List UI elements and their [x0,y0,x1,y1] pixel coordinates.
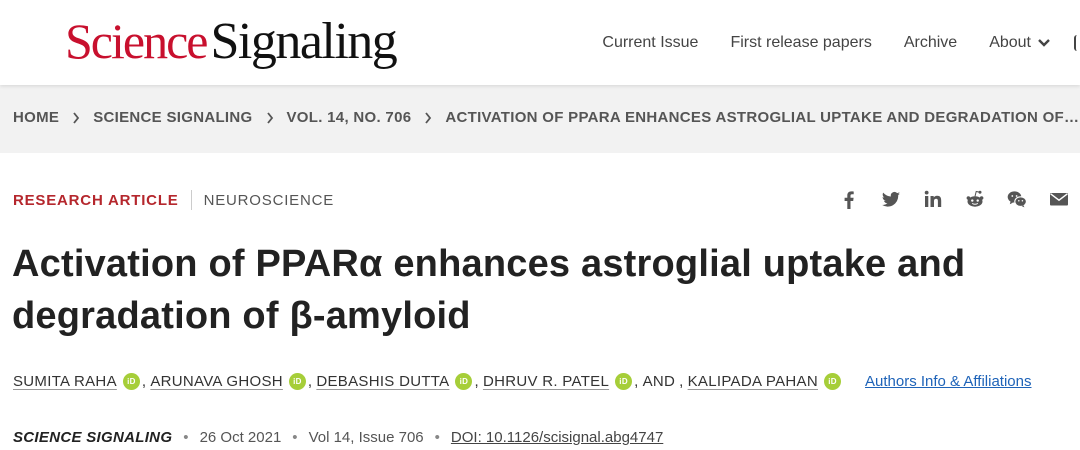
author-separator: , [141,373,147,390]
article-type-badge[interactable]: RESEARCH ARTICLE [13,192,179,209]
badge-divider [190,190,192,210]
author-separator: , [634,373,639,390]
main-nav: Current Issue First release papers Archi… [602,32,1080,54]
site-logo[interactable]: ScienceSignaling [65,12,398,76]
search-icon[interactable] [1074,35,1080,51]
orcid-icon[interactable]: iD [455,373,473,390]
author-name[interactable]: KALIPADA PAHAN [688,373,818,390]
reddit-icon[interactable] [964,188,986,210]
orcid-icon[interactable]: iD [824,373,841,390]
author-name[interactable]: SUMITA RAHA [13,373,117,390]
citation-separator: • [434,429,440,446]
breadcrumb-bar: HOME SCIENCE SIGNALING VOL. 14, NO. 706 … [0,85,1080,153]
wechat-icon[interactable] [1006,188,1028,210]
publication-date: 26 Oct 2021 [199,429,282,446]
volume-issue: Vol 14, Issue 706 [308,429,424,446]
citation-separator: • [292,429,298,446]
author-separator: , [307,373,313,390]
chevron-right-icon [73,111,80,124]
breadcrumb-home[interactable]: HOME [13,109,59,126]
nav-first-release-papers[interactable]: First release papers [730,34,871,52]
nav-current-issue[interactable]: Current Issue [602,34,698,52]
chevron-right-icon [266,111,273,124]
orcid-icon[interactable]: iD [122,373,140,390]
logo-signaling: Signaling [210,13,397,70]
orcid-icon[interactable]: iD [615,373,633,390]
journal-name[interactable]: SCIENCE SIGNALING [13,429,172,446]
chevron-down-icon [1038,39,1050,47]
breadcrumb-issue[interactable]: VOL. 14, NO. 706 [287,109,412,126]
author-separator: , [679,373,684,390]
article-category-badge[interactable]: NEUROSCIENCE [204,192,334,209]
nav-about[interactable]: About [989,34,1051,52]
citation-line: SCIENCE SIGNALING • 26 Oct 2021 • Vol 14… [13,429,663,446]
doi-link[interactable]: DOI: 10.1126/scisignal.abg4747 [451,429,663,446]
nav-about-label: About [989,34,1031,51]
author-name[interactable]: DHRUV R. PATEL [483,373,609,390]
breadcrumb-journal[interactable]: SCIENCE SIGNALING [93,109,252,126]
author-name[interactable]: DEBASHIS DUTTA [316,373,449,390]
nav-archive[interactable]: Archive [904,34,957,52]
email-icon[interactable] [1048,188,1070,210]
author-and: AND [642,373,676,390]
logo-science: Science [65,13,208,69]
author-name[interactable]: ARUNAVA GHOSH [150,373,283,390]
authors-affiliations-link[interactable]: Authors Info & Affiliations [865,373,1032,390]
breadcrumb: HOME SCIENCE SIGNALING VOL. 14, NO. 706 … [13,109,1080,126]
article-title: Activation of PPARα enhances astroglial … [12,243,966,337]
citation-separator: • [183,429,189,446]
author-separator: , [474,373,479,390]
chevron-right-icon [425,111,432,124]
linkedin-icon[interactable] [922,188,944,210]
facebook-icon[interactable] [838,188,860,210]
twitter-icon[interactable] [880,188,902,210]
article-badges: RESEARCH ARTICLE NEUROSCIENCE [13,190,334,210]
site-header: ScienceSignaling Current Issue First rel… [0,0,1080,85]
share-toolbar [818,188,1070,210]
author-list: SUMITA RAHA iD , ARUNAVA GHOSH iD , DEBA… [13,373,1032,390]
breadcrumb-article: ACTIVATION OF PPARA ENHANCES ASTROGLIAL … [445,109,1080,126]
orcid-icon[interactable]: iD [288,373,306,390]
